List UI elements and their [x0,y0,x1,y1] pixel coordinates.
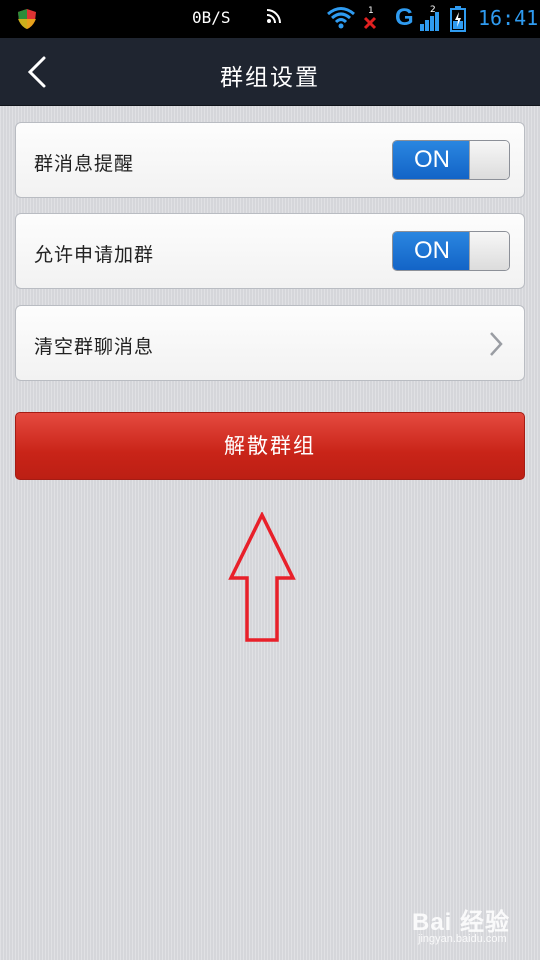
notification-toggle[interactable]: ON [392,140,510,180]
svg-text:2: 2 [430,5,436,15]
page-title: 群组设置 [220,65,320,91]
watermark-url: jingyan.baidu.com [418,933,507,945]
toggle-on-label: ON [393,232,471,270]
setting-label: 清空群聊消息 [34,336,155,358]
network-type: G [395,4,414,31]
up-arrow-icon [228,512,296,642]
svg-text:1: 1 [368,6,374,16]
setting-label: 允许申请加群 [34,244,155,266]
shield-icon [18,9,36,29]
clear-chat-row[interactable]: 清空群聊消息 [15,305,525,381]
rss-icon [266,9,281,24]
no-sim-icon: 1 [363,6,377,30]
setting-allow-join: 允许申请加群 ON [15,213,525,289]
title-bar: 群组设置 [0,38,540,106]
wifi-icon [327,7,355,29]
network-speed: 0B/S [192,8,231,27]
clock: 16:41 [478,6,539,30]
allow-join-toggle[interactable]: ON [392,231,510,271]
watermark: Bai 经验 [412,909,511,936]
toggle-knob [469,141,509,179]
battery-charging-icon [450,6,466,32]
status-bar: 0B/S 1 G 2 16:41 [0,0,540,38]
dissolve-group-button[interactable]: 解散群组 [15,412,525,480]
setting-group-notification: 群消息提醒 ON [15,122,525,198]
signal-icon: 2 [420,5,439,31]
toggle-on-label: ON [393,141,471,179]
toggle-knob [469,232,509,270]
setting-label: 群消息提醒 [34,153,135,175]
chevron-right-icon [490,332,503,356]
